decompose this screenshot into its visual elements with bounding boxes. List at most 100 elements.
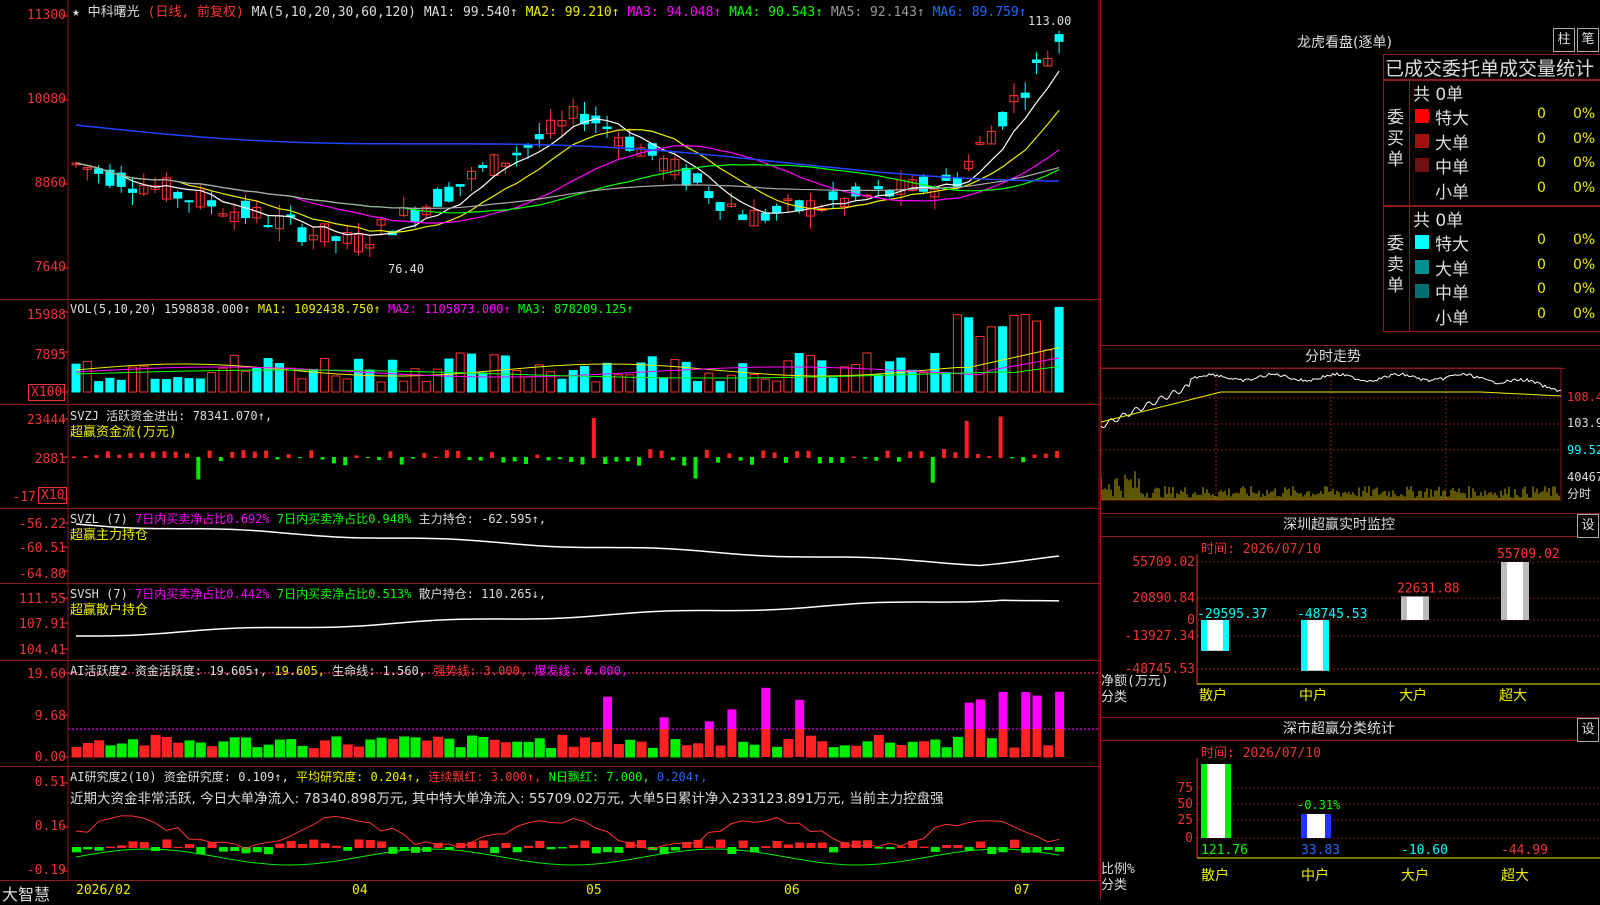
kline-chart[interactable] [0,0,1100,300]
bar-mode-button[interactable]: 柱 [1553,28,1575,52]
flow-bar [976,453,980,458]
period-label[interactable]: (日线, 前复权) [148,5,244,20]
flow-bar [851,456,856,458]
research-bar [569,845,579,848]
sell-side-label: 委卖单 [1387,234,1404,296]
volume-bar [444,358,454,393]
svzj-ytick-3: -17 [12,490,36,505]
activity-bar [839,745,850,758]
kline-ytick-4: 7640 [34,260,66,275]
activity-bar [94,740,105,758]
svzj-panel[interactable]: 23444 2881 -17 X10 SVZJ 活跃资金进出: 78341.07… [0,405,1100,509]
candle [772,205,782,214]
ma120-line [75,124,1060,182]
activity-bar [919,741,929,758]
flow-bar [591,418,596,458]
flow-bar [750,457,754,465]
monitor-category: 中户 [1299,687,1327,704]
sell-total: 共 0单 [1413,211,1464,231]
kline-panel[interactable]: 11300 10080 8860 7640 ★ 中科曙光 (日线, 前复权) M… [0,0,1100,300]
fenshi-panel[interactable]: 分时走势 108.4 103.9 99.52 40467 分时 [1100,345,1600,513]
activity-bar [907,741,918,758]
flow-bar [399,457,404,465]
volume-bar [94,381,104,393]
flow-bar [580,457,585,465]
volume-bar [749,373,759,393]
kline-ytick-2: 10080 [26,92,66,107]
flow-bar [648,449,653,458]
color-swatch [1415,182,1429,197]
tick-mode-button[interactable]: 笔 [1577,28,1599,52]
flow-bar [117,454,122,458]
activity-bar [410,737,421,758]
svzl-t2: 7日内买卖净占比0.948% [276,512,412,526]
volume-bar [331,375,341,393]
research-bar [388,847,398,854]
activity-bar [613,744,624,758]
ai2-header: AI研究度2(10) 资金研究度: 0.109↑, 平均研究度: 0.204↑,… [70,768,707,785]
volume-bar [478,372,488,393]
flow-bar [546,457,551,461]
volume-bar [952,314,962,393]
fenshi-chart[interactable] [1101,346,1600,514]
x-axis: 大智慧 2026/02 04 05 06 07 [0,880,1100,904]
volume-panel[interactable]: 15988 7895 X100 VOL(5,10,20) 1598838.000… [0,300,1100,405]
flow-bar [659,450,664,458]
research-bar [354,839,364,848]
research-bar [1009,839,1019,848]
volume-bar [862,352,872,393]
app-logo: 大智慧 [2,885,51,904]
volume-bar [195,378,205,393]
sz-monitor-chart[interactable]: 55709.02 20890.84 0-13927.34 -48745.53 -2959… [1101,514,1600,718]
activity-bar [783,739,794,758]
activity-bar [365,739,376,758]
svsh-panel[interactable]: 111.55 107.91 104.41 SVSH (7) 7日内买卖净占比0.… [0,584,1100,661]
volume-bar [320,358,330,393]
volume-bar [568,370,578,393]
research-bar [908,840,918,848]
ai2-ytick-2: 0.16 [34,819,66,834]
activity-bar-base [1021,729,1031,757]
candle [828,191,838,201]
sz-stats-chart[interactable]: 755025 0 121.76 散户 33.83 中户 -10.60 大户 -44.99 超大 [1101,718,1600,901]
svsh-line [75,599,1060,637]
flow-bar [83,456,88,458]
candle [263,225,273,228]
star-icon[interactable]: ★ [72,5,80,20]
flow-bar [230,451,235,458]
flow-bar [1021,457,1026,463]
flow-bar [185,453,189,458]
activity-bar [297,745,308,758]
lhb-panel[interactable]: 龙虎看盘(逐单) 柱 笔 已成交委托单成交量统计 委买单 共 0单 特大 0 0% 大… [1100,0,1600,345]
ai-research-panel[interactable]: 0.51 0.16 -0.19 AI研究度2(10) 资金研究度: 0.109↑… [0,767,1100,880]
volume-bar [1020,313,1030,393]
candle [241,200,250,219]
activity-bar [523,741,534,758]
research-bar [162,839,172,848]
buy-total: 共 0单 [1413,85,1464,105]
stats-category: 大户 [1401,867,1429,884]
ma5-value: MA5: 92.143↑ [830,5,925,20]
candle [297,227,307,243]
flow-bar [670,457,675,461]
buy-side-label: 委买单 [1387,108,1404,170]
activity-bar-top [659,717,669,729]
volume-bar [71,363,81,393]
research-bar [919,846,929,848]
svzl-panel[interactable]: -56.22 -60.51 -64.80 SVZL (7) 7日内买卖净占比0.… [0,509,1100,584]
flow-bar [942,449,947,458]
sz-stats-panel[interactable]: 深市超赢分类统计 设 时间: 2026/07/10 75 50 25 0 121.76 散… [1100,717,1600,900]
candle [207,200,217,207]
ai-activity-panel[interactable]: 19.60 9.68 0.00 AI活跃度2 资金活跃度: 19.605↑, 1… [0,661,1100,767]
order-type-label: 大单 [1435,259,1469,280]
sz-monitor-ytick: 20890.84 [1132,591,1195,606]
candle [455,184,465,187]
flow-bar [987,455,992,458]
volume-bar [772,380,782,393]
activity-bar [941,747,952,758]
research-bar [139,842,149,848]
order-pct: 0% [1573,106,1596,122]
ai2-head: AI研究度2(10) 资金研究度: 0.109↑, [70,770,289,784]
sz-monitor-panel[interactable]: 深圳超赢实时监控 设 时间: 2026/07/10 55709.02 20890.… [1100,513,1600,717]
activity-bar [195,742,206,758]
